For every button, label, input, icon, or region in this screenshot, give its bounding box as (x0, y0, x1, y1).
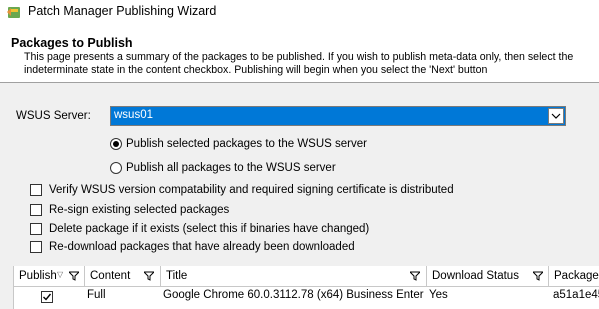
radio-button[interactable] (110, 162, 122, 174)
radio-label: Publish all packages to the WSUS server (126, 162, 336, 174)
filter-icon[interactable] (69, 271, 79, 281)
radio-publish-selected[interactable]: Publish selected packages to the WSUS se… (110, 135, 367, 153)
row-download-status: Yes (429, 289, 448, 301)
column-header-content[interactable]: Content (85, 266, 161, 287)
column-label: Title (166, 270, 188, 282)
column-header-package[interactable]: Package (549, 266, 599, 287)
checkbox-redownload-packages[interactable]: Re-download packages that have already b… (30, 238, 355, 256)
sort-icon: ▽ (57, 270, 64, 279)
column-label: Download Status (432, 270, 519, 282)
checkbox-label: Re-sign existing selected packages (49, 204, 230, 216)
dropdown-button[interactable] (548, 108, 564, 124)
wizard-header: Packages to Publish This page presents a… (0, 24, 599, 83)
patch-manager-icon (7, 7, 20, 18)
checkbox-label: Re-download packages that have already b… (49, 241, 355, 253)
row-package: a51a1e45 (553, 289, 599, 301)
wsus-server-dropdown[interactable]: wsus01 (110, 106, 566, 126)
checkbox[interactable] (30, 204, 42, 216)
checkbox[interactable] (30, 223, 42, 235)
checkbox-delete-package[interactable]: Delete package if it exists (select this… (30, 220, 369, 238)
checkbox-label: Verify WSUS version compatability and re… (49, 184, 454, 196)
column-label: Publish (19, 270, 57, 282)
chevron-down-icon (551, 113, 561, 119)
radio-label: Publish selected packages to the WSUS se… (126, 138, 367, 150)
checkbox[interactable] (30, 241, 42, 253)
column-label: Package (554, 270, 599, 282)
filter-icon[interactable] (144, 271, 154, 281)
packages-grid: Publish ▽ Content Title Download Status … (13, 266, 599, 309)
page-description: This page presents a summary of the pack… (24, 51, 574, 76)
checkbox-resign-packages[interactable]: Re-sign existing selected packages (30, 201, 229, 219)
radio-button-checked[interactable] (110, 138, 122, 150)
wsus-server-label: WSUS Server: (16, 110, 91, 122)
row-content: Full (87, 289, 106, 301)
row-title: Google Chrome 60.0.3112.78 (x64) Busines… (163, 289, 424, 301)
filter-icon[interactable] (410, 271, 420, 281)
checkbox[interactable] (30, 184, 42, 196)
wsus-server-value: wsus01 (114, 109, 153, 121)
checkbox-verify-wsus[interactable]: Verify WSUS version compatability and re… (30, 181, 454, 199)
window-title: Patch Manager Publishing Wizard (28, 4, 217, 18)
column-label: Content (90, 270, 131, 282)
checkbox-label: Delete package if it exists (select this… (49, 223, 370, 235)
column-header-download-status[interactable]: Download Status (427, 266, 549, 287)
column-header-title[interactable]: Title (161, 266, 427, 287)
radio-publish-all[interactable]: Publish all packages to the WSUS server (110, 159, 336, 177)
filter-icon[interactable] (533, 271, 543, 281)
column-header-publish[interactable]: Publish ▽ (14, 266, 85, 287)
row-publish-checkbox[interactable] (41, 291, 53, 303)
title-bar: Patch Manager Publishing Wizard (0, 0, 599, 24)
checkmark-icon (43, 293, 52, 301)
page-title: Packages to Publish (11, 36, 133, 50)
